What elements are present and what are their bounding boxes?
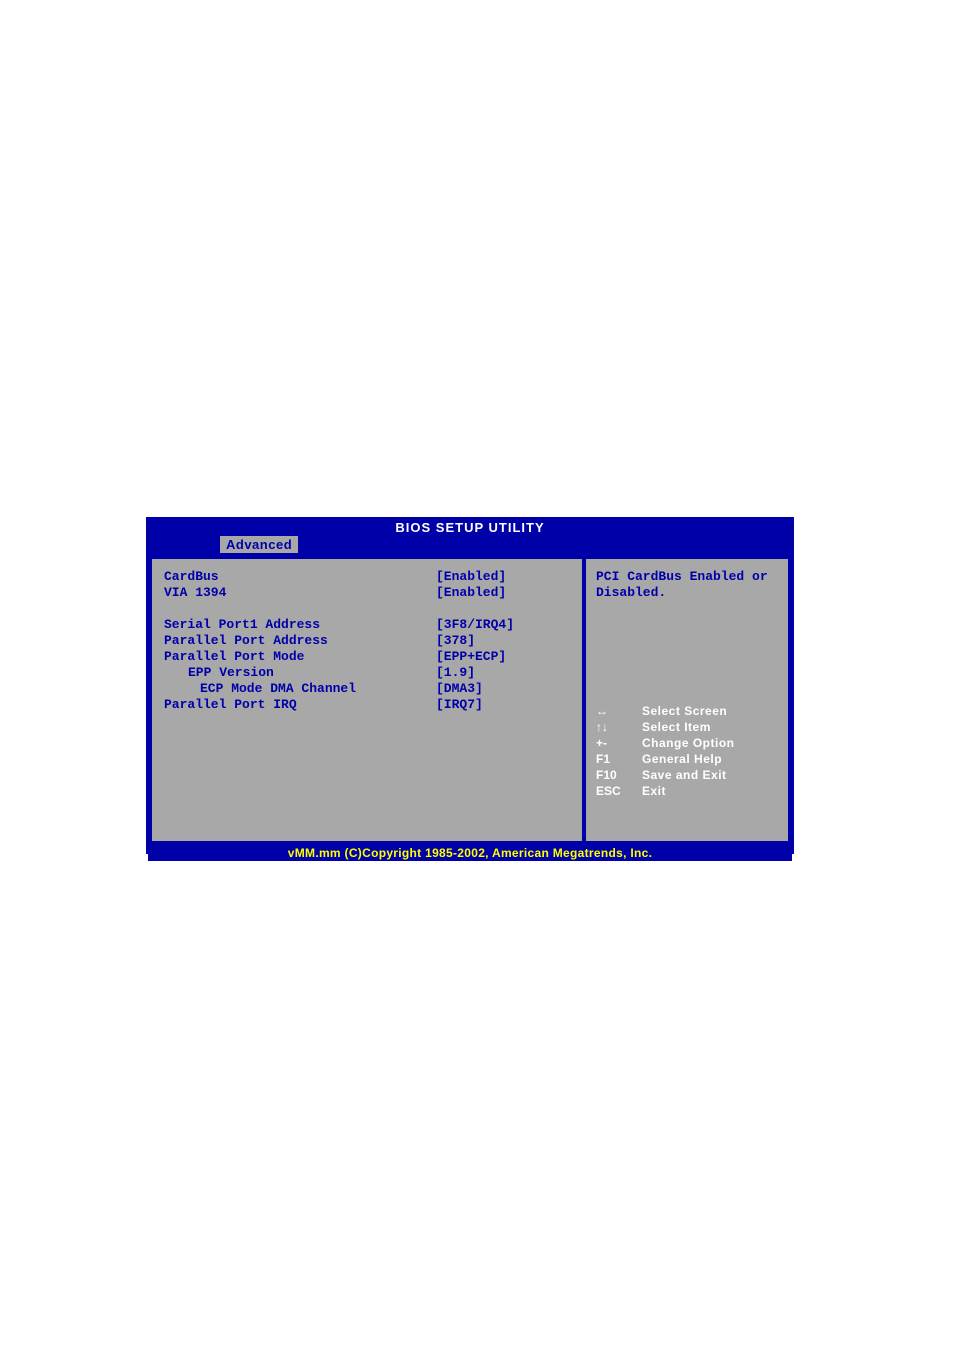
nav-action: Change Option [642,735,778,751]
nav-key-plusminus: +- [596,735,642,751]
nav-key-arrows-lr-icon: ↔ [596,703,642,719]
nav-row: F1 General Help [596,751,778,767]
setting-label: Parallel Port IRQ [164,697,436,713]
setting-label: VIA 1394 [164,585,436,601]
tab-advanced[interactable]: Advanced [220,536,298,553]
help-panel: PCI CardBus Enabled or Disabled. ↔ Selec… [586,559,788,841]
setting-row[interactable]: Serial Port1 Address [3F8/IRQ4] [164,617,570,633]
nav-key-f10: F10 [596,767,642,783]
setting-value[interactable]: [1.9] [436,665,570,681]
setting-row[interactable]: Parallel Port IRQ [IRQ7] [164,697,570,713]
setting-value[interactable]: [378] [436,633,570,649]
setting-row[interactable]: CardBus [Enabled] [164,569,570,585]
window-title: BIOS SETUP UTILITY [148,519,792,536]
setting-label: Parallel Port Mode [164,649,436,665]
settings-panel: CardBus [Enabled] VIA 1394 [Enabled] Ser… [152,559,582,841]
setting-row[interactable]: Parallel Port Address [378] [164,633,570,649]
setting-value[interactable]: [3F8/IRQ4] [436,617,570,633]
help-text-line: Disabled. [596,585,778,601]
setting-label: ECP Mode DMA Channel [164,681,436,697]
copyright-footer: vMM.mm (C)Copyright 1985-2002, American … [148,845,792,861]
nav-key-esc: ESC [596,783,642,799]
nav-key-f1: F1 [596,751,642,767]
nav-action: Save and Exit [642,767,778,783]
nav-row: F10 Save and Exit [596,767,778,783]
help-text-line: PCI CardBus Enabled or [596,569,778,585]
nav-row: +- Change Option [596,735,778,751]
nav-action: Select Item [642,719,778,735]
nav-action: Exit [642,783,778,799]
setting-value[interactable]: [DMA3] [436,681,570,697]
setting-value[interactable]: [Enabled] [436,569,570,585]
nav-help-section: ↔ Select Screen ↑↓ Select Item +- Change… [596,703,778,799]
nav-row: ESC Exit [596,783,778,799]
nav-action: Select Screen [642,703,778,719]
menu-bar: Advanced [148,536,792,555]
setting-label: CardBus [164,569,436,585]
setting-value[interactable]: [Enabled] [436,585,570,601]
setting-label: Serial Port1 Address [164,617,436,633]
setting-row[interactable]: ECP Mode DMA Channel [DMA3] [164,681,570,697]
content-area: CardBus [Enabled] VIA 1394 [Enabled] Ser… [148,555,792,845]
setting-value[interactable]: [IRQ7] [436,697,570,713]
setting-row[interactable]: VIA 1394 [Enabled] [164,585,570,601]
setting-row[interactable]: Parallel Port Mode [EPP+ECP] [164,649,570,665]
nav-row: ↑↓ Select Item [596,719,778,735]
nav-action: General Help [642,751,778,767]
nav-key-arrows-ud-icon: ↑↓ [596,719,642,735]
setting-row[interactable]: EPP Version [1.9] [164,665,570,681]
setting-label: EPP Version [164,665,436,681]
setting-value[interactable]: [EPP+ECP] [436,649,570,665]
setting-label: Parallel Port Address [164,633,436,649]
nav-row: ↔ Select Screen [596,703,778,719]
bios-setup-window: BIOS SETUP UTILITY Advanced CardBus [Ena… [146,517,794,854]
